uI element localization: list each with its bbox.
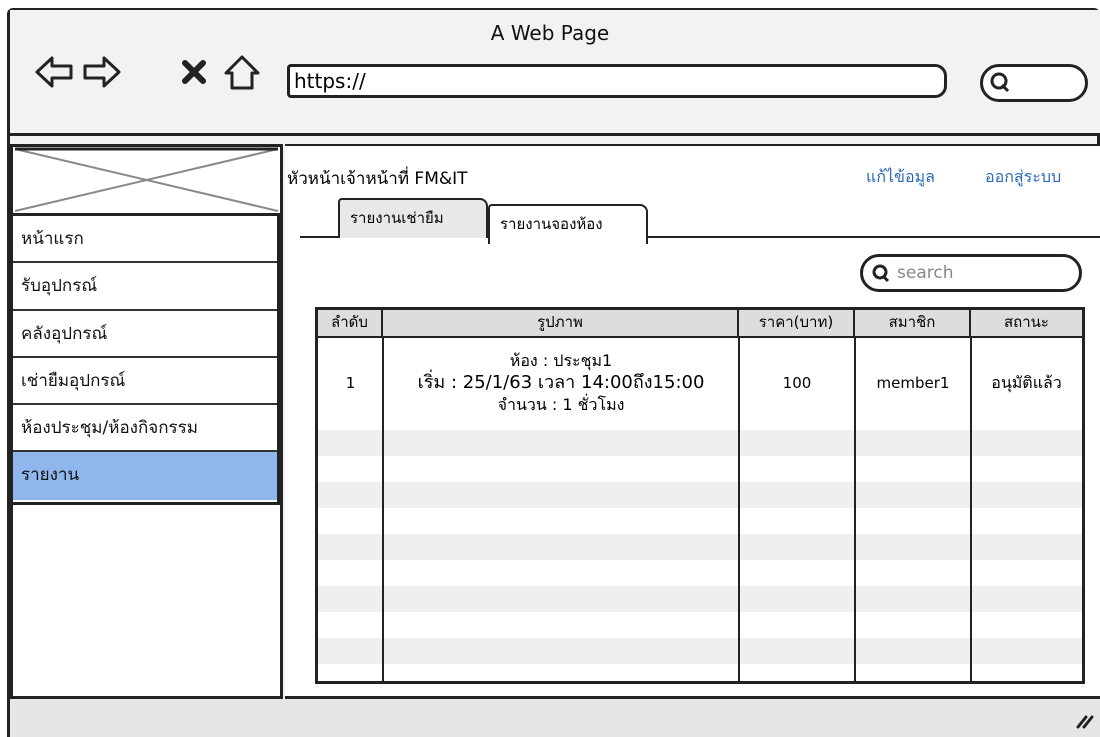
tab-booking-report[interactable]: รายงานจองห้อง [488, 204, 648, 244]
url-input[interactable]: https:// [287, 64, 947, 98]
back-arrow-icon[interactable] [34, 52, 74, 92]
edit-profile-link[interactable]: แก้ไข้อมูล [866, 165, 935, 190]
sidebar-item-equipment-inventory[interactable]: คลังอุปกรณ์ [13, 311, 277, 358]
close-icon[interactable] [174, 52, 214, 92]
detail-room: ห้อง : ประชุม1 [509, 351, 613, 370]
sidebar-item-receive-equipment[interactable]: รับอุปกรณ์ [13, 263, 277, 311]
home-icon[interactable] [222, 52, 262, 92]
header-image[interactable]: รูปภาพ [383, 310, 739, 336]
row-stripe [318, 534, 1082, 560]
logo-placeholder [13, 147, 280, 215]
sidebar-item-rent-equipment[interactable]: เช่ายืมอุปกรณ์ [13, 358, 277, 406]
cell-status: อนุมัติแล้ว [991, 373, 1062, 392]
cell-member: member1 [876, 374, 950, 392]
sidebar-item-meeting-rooms[interactable]: ห้องประชุม/ห้องกิจกรรม [13, 405, 277, 453]
status-bar [10, 699, 1100, 737]
search-input[interactable]: search [860, 254, 1082, 292]
table-row[interactable]: 1 ห้อง : ประชุม1 เริ่ม : 25/1/63 เวลา 14… [318, 338, 1082, 428]
tab-rental-report[interactable]: รายงานเช่ายืม [338, 198, 488, 238]
window-title: A Web Page [490, 21, 610, 45]
detail-time: เริ่ม : 25/1/63 เวลา 14:00ถึง15:00 [417, 372, 705, 393]
detail-duration: จำนวน : 1 ชั่วโมง [497, 395, 625, 414]
row-stripe [318, 482, 1082, 508]
cell-price: 100 [782, 374, 812, 392]
resize-grip-icon[interactable] [1072, 709, 1094, 733]
forward-arrow-icon[interactable] [82, 52, 122, 92]
cell-no: 1 [345, 374, 356, 392]
search-icon [871, 263, 891, 296]
header-price[interactable]: ราคา(บาท) [739, 310, 855, 336]
table-header: ลำดับ รูปภาพ ราคา(บาท) สมาชิก สถานะ [318, 310, 1082, 338]
browser-search-button[interactable] [980, 64, 1088, 102]
search-placeholder: search [897, 263, 954, 283]
user-title: หัวหน้าเจ้าหน้าที่ FM&IT [287, 169, 468, 189]
row-stripe [318, 586, 1082, 612]
search-icon [989, 71, 1011, 99]
sidebar-item-home[interactable]: หน้าแรก [13, 216, 277, 264]
row-stripe [318, 430, 1082, 456]
row-stripe [318, 638, 1082, 664]
logout-link[interactable]: ออกสู่ระบบ [985, 165, 1061, 190]
cell-detail: ห้อง : ประชุม1 เริ่ม : 25/1/63 เวลา 14:0… [383, 350, 739, 416]
report-table: ลำดับ รูปภาพ ราคา(บาท) สมาชิก สถานะ 1 ห้… [315, 307, 1085, 684]
sidebar-item-reports[interactable]: รายงาน [13, 452, 277, 500]
sidebar-nav: หน้าแรก รับอุปกรณ์ คลังอุปกรณ์ เช่ายืมอุ… [10, 213, 280, 505]
header-no[interactable]: ลำดับ [318, 310, 383, 336]
header-member[interactable]: สมาชิก [855, 310, 971, 336]
header-status[interactable]: สถานะ [971, 310, 1082, 336]
